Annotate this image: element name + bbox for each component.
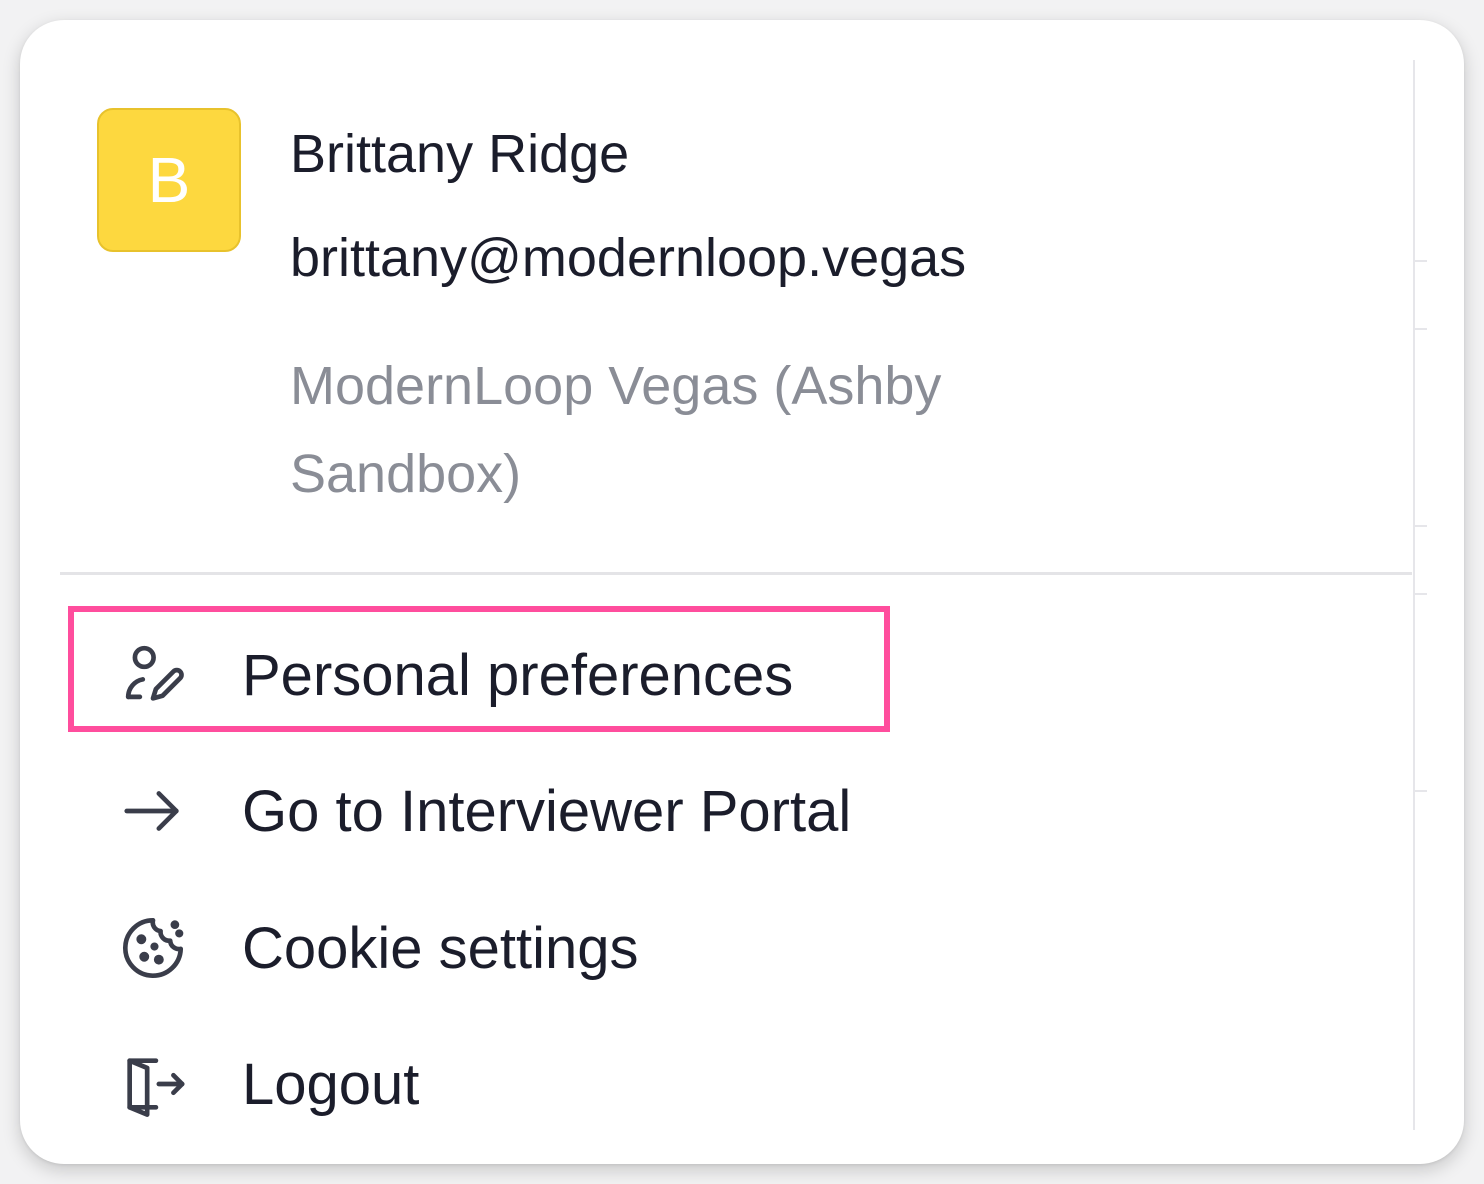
user-email: brittany@modernloop.vegas [290, 228, 967, 288]
user-name: Brittany Ridge [290, 124, 630, 184]
menu-item-label: Cookie settings [242, 915, 639, 981]
organization-name: ModernLoop Vegas (Ashby Sandbox) [290, 356, 942, 504]
menu-item-logout[interactable]: Logout [68, 1024, 419, 1144]
arrow-right-icon [118, 776, 188, 846]
background-panel-edge [1413, 60, 1427, 1130]
menu-item-personal-preferences[interactable]: Personal preferences [68, 615, 793, 735]
menu-item-interviewer-portal[interactable]: Go to Interviewer Portal [68, 751, 851, 871]
avatar: B [97, 108, 241, 252]
logout-icon [118, 1049, 188, 1119]
user-edit-icon [118, 640, 188, 710]
menu-item-label: Personal preferences [242, 642, 794, 708]
menu-item-label: Logout [242, 1051, 420, 1117]
divider [60, 572, 1412, 575]
cookie-icon [118, 913, 188, 983]
account-menu: B Brittany Ridge brittany@modernloop.veg… [20, 20, 1464, 1164]
menu-item-label: Go to Interviewer Portal [242, 778, 852, 844]
menu-item-cookie-settings[interactable]: Cookie settings [68, 888, 639, 1008]
